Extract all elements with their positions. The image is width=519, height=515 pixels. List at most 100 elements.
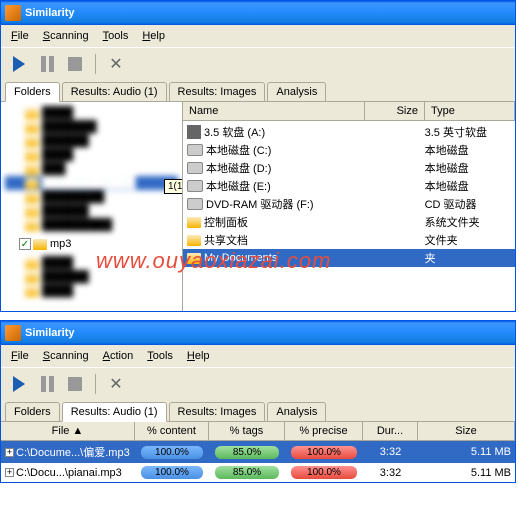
divider [95,374,96,394]
tab-results-images[interactable]: Results: Images [169,402,266,421]
file-size: 5.11 MB [418,444,515,460]
window-title: Similarity [25,327,75,339]
header-size[interactable]: Size [418,422,515,440]
header-tags[interactable]: % tags [209,422,285,440]
pause-button[interactable] [35,372,59,396]
tabs: Folders Results: Audio (1) Results: Imag… [1,400,515,421]
results-area: File ▲ % content % tags % precise Dur...… [1,421,515,482]
titlebar[interactable]: Similarity [1,321,515,345]
list-row[interactable]: 本地磁盘 (E:) 本地磁盘 [183,177,515,195]
content-bar: 100.0% [141,466,203,479]
drive-name: 本地磁盘 (D:) [206,160,271,176]
menu-file[interactable]: File [5,348,35,364]
tree-item-mp3[interactable]: mp3 [1,236,182,252]
play-button[interactable] [7,52,31,76]
drive-name: 本地磁盘 (C:) [206,142,271,158]
tags-bar: 85.0% [215,466,279,479]
menu-file[interactable]: File [5,28,35,44]
play-icon [13,56,25,72]
tabs: Folders Results: Audio (1) Results: Imag… [1,80,515,101]
app-icon [5,5,21,21]
checkbox-icon[interactable] [19,238,31,250]
header-size[interactable]: Size [365,102,425,120]
tab-folders[interactable]: Folders [5,402,60,421]
list-row[interactable]: 本地磁盘 (D:)本地磁盘 [183,159,515,177]
settings-button[interactable]: ✕ [104,52,128,76]
menu-scanning[interactable]: Scanning [37,348,95,364]
folder-tree[interactable]: ████ ███████ ██████ ████ ███ ███████████… [1,102,183,311]
pause-button[interactable] [35,52,59,76]
results-row[interactable]: +C:\Docu...\pianai.mp3 100.0% 85.0% 100.… [1,463,515,482]
results-header: File ▲ % content % tags % precise Dur...… [1,422,515,441]
tab-results-audio[interactable]: Results: Audio (1) [62,82,167,101]
list-row[interactable]: My Documents 夹 [183,249,515,267]
drive-icon [187,125,201,139]
tab-analysis[interactable]: Analysis [267,402,326,421]
menu-help[interactable]: Help [136,28,171,44]
header-content[interactable]: % content [135,422,209,440]
drive-type: 夹 [425,250,511,266]
menu-tools[interactable]: Tools [141,348,179,364]
list-row[interactable]: 控制面板系统文件夹 [183,213,515,231]
drive-icon [187,217,201,228]
duration: 3:32 [363,465,418,481]
drive-icon [187,253,201,264]
header-dur[interactable]: Dur... [363,422,418,440]
list-row[interactable]: 本地磁盘 (C:) 本地磁盘 [183,141,515,159]
play-icon [13,376,25,392]
drive-type: CD 驱动器 [425,196,511,212]
results-row[interactable]: +C:\Docume...\偏爱.mp3 100.0% 85.0% 100.0%… [1,441,515,463]
header-precise[interactable]: % precise [285,422,363,440]
drive-type: 本地磁盘 [425,178,511,194]
stop-button[interactable] [63,52,87,76]
window-title: Similarity [25,7,75,19]
drive-name: 3.5 软盘 (A:) [204,124,265,140]
list-row[interactable]: DVD-RAM 驱动器 (F:) CD 驱动器 [183,195,515,213]
file-path: C:\Docu...\pianai.mp3 [16,467,122,479]
settings-button[interactable]: ✕ [104,372,128,396]
drive-name: DVD-RAM 驱动器 (F:) [206,196,314,212]
drive-icon [187,144,203,156]
menu-action[interactable]: Action [97,348,140,364]
header-type[interactable]: Type [425,102,515,120]
expand-icon[interactable]: + [5,448,14,457]
header-name[interactable]: Name [183,102,365,120]
file-path: C:\Docume...\偏爱.mp3 [16,444,130,460]
titlebar[interactable]: Similarity [1,1,515,25]
tab-results-images[interactable]: Results: Images [169,82,266,101]
tab-folders[interactable]: Folders [5,82,60,102]
list-row[interactable]: 3.5 软盘 (A:) 3.5 英寸软盘 [183,123,515,141]
drive-name: 共享文档 [204,232,248,248]
divider [95,54,96,74]
pause-icon [41,376,54,392]
drive-name: 控制面板 [204,214,248,230]
expand-icon[interactable]: + [5,468,14,477]
menu-scanning[interactable]: Scanning [37,28,95,44]
content-area: ████ ███████ ██████ ████ ███ ███████████… [1,101,515,311]
toolbar: ✕ [1,47,515,80]
drive-name: 本地磁盘 (E:) [206,178,271,194]
menubar: File Scanning Action Tools Help [1,345,515,367]
stop-button[interactable] [63,372,87,396]
tags-bar: 85.0% [215,446,279,459]
precise-bar: 100.0% [291,466,357,479]
tree-label: mp3 [50,238,71,250]
drive-type: 3.5 英寸软盘 [425,124,511,140]
window-2: Similarity File Scanning Action Tools He… [0,320,516,483]
drive-type: 文件夹 [425,232,511,248]
tooltip: 1(1) [164,179,183,194]
menu-help[interactable]: Help [181,348,216,364]
results-body: +C:\Docume...\偏爱.mp3 100.0% 85.0% 100.0%… [1,441,515,482]
drive-type: 本地磁盘 [425,142,511,158]
tab-analysis[interactable]: Analysis [267,82,326,101]
app-icon [5,325,21,341]
tab-results-audio[interactable]: Results: Audio (1) [62,402,167,422]
file-list[interactable]: Name Size Type 3.5 软盘 (A:)3.5 英寸软盘本地磁盘 (… [183,102,515,311]
list-row[interactable]: 共享文档 文件夹 [183,231,515,249]
window-1: Similarity File Scanning Tools Help ✕ Fo… [0,0,516,312]
menu-tools[interactable]: Tools [97,28,135,44]
header-file[interactable]: File ▲ [1,422,135,440]
file-size: 5.11 MB [418,465,515,481]
drive-name: My Documents [204,252,277,264]
play-button[interactable] [7,372,31,396]
